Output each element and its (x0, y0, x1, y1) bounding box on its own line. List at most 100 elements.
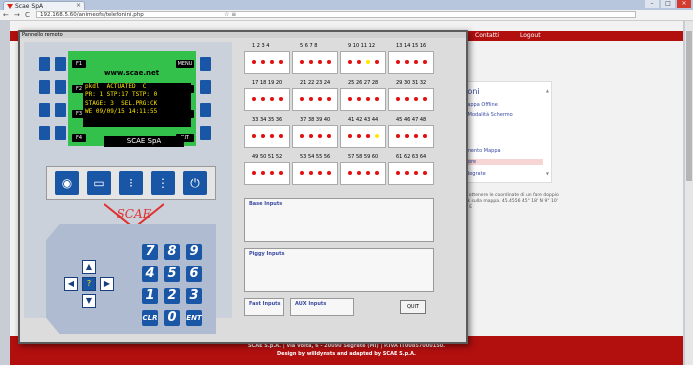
quit-button[interactable]: QUIT (400, 300, 426, 314)
side-key-right-1[interactable] (200, 57, 211, 71)
side-key-right-2[interactable] (200, 80, 211, 94)
display-brand: SCAE SpA (104, 136, 184, 147)
output-led-44 (375, 134, 379, 138)
key-4[interactable]: 4 (142, 266, 158, 282)
fan-icon[interactable]: ◉ (55, 171, 79, 195)
output-led-45 (396, 134, 400, 138)
output-led-47 (414, 134, 418, 138)
traffic-light-icon[interactable]: ⁝ (119, 171, 143, 195)
output-led-64 (423, 171, 427, 175)
close-window-button[interactable]: × (677, 0, 691, 8)
aux-inputs-box: AUX Inputs (290, 298, 354, 316)
key-0[interactable]: 0 (164, 310, 180, 326)
menu-icon[interactable]: ⋮ (151, 171, 175, 195)
output-group-numbers: 21 22 23 24 (300, 80, 331, 86)
output-led-1 (252, 60, 256, 64)
output-group (244, 51, 290, 74)
maximize-button[interactable]: □ (661, 0, 675, 8)
output-led-27 (366, 97, 370, 101)
side-key-left-3[interactable] (39, 103, 50, 117)
key-8[interactable]: 8 (164, 244, 180, 260)
nav-link-logout[interactable]: Logout (520, 32, 541, 39)
output-group-numbers: 5 6 7 8 (300, 43, 318, 49)
output-led-62 (405, 171, 409, 175)
popup-title: Pannello remoto (22, 32, 63, 38)
side-key-left-4[interactable] (39, 126, 50, 140)
output-led-14 (405, 60, 409, 64)
output-led-34 (261, 134, 265, 138)
arrow-down-button[interactable]: ▼ (82, 294, 96, 308)
output-group-numbers: 17 18 19 20 (252, 80, 283, 86)
output-group-numbers: 9 10 11 12 (348, 43, 376, 49)
io-panel: 1 2 3 4 5 6 7 8 9 10 11 12 13 14 15 16 17 18… (244, 43, 456, 334)
arrow-left-button[interactable]: ◀ (64, 277, 78, 291)
nav-link-contatti[interactable]: Contatti (475, 32, 499, 39)
output-group (388, 125, 434, 148)
key-1[interactable]: 1 (142, 288, 158, 304)
popup-titlebar[interactable] (20, 32, 466, 38)
key-5[interactable]: 5 (164, 266, 180, 282)
side-key-right-3[interactable] (200, 103, 211, 117)
controller-panel: F1 F2 F3 F4 MENU ESC PRO RIT www.scae.ne… (24, 42, 232, 334)
output-led-31 (414, 97, 418, 101)
output-led-5 (300, 60, 304, 64)
key-2[interactable]: 2 (164, 288, 180, 304)
side-key-right-4[interactable] (200, 126, 211, 140)
side-key-left-8[interactable] (55, 126, 66, 140)
output-led-61 (396, 171, 400, 175)
forward-icon[interactable]: → (14, 11, 20, 19)
side-key-left-2[interactable] (39, 80, 50, 94)
key-7[interactable]: 7 (142, 244, 158, 260)
key-clr[interactable]: CLR (142, 310, 158, 326)
help-button[interactable]: ? (82, 277, 96, 291)
key-menu[interactable]: MENU (176, 60, 194, 68)
side-link[interactable]: amento Mappa (463, 148, 501, 154)
arrow-up-button[interactable]: ▲ (82, 260, 96, 274)
side-link[interactable]: a Modalità Schermo (463, 112, 513, 118)
address-bar-row: ← → C 192.168.5.60/animeofs/telefonini.p… (0, 10, 693, 21)
scroll-down-icon[interactable]: ▼ (546, 171, 549, 176)
output-led-23 (318, 97, 322, 101)
output-led-63 (414, 171, 418, 175)
side-key-left-7[interactable] (55, 103, 66, 117)
scrollbar-thumb[interactable] (686, 31, 692, 181)
close-tab-icon[interactable]: × (76, 2, 81, 9)
side-key-left-1[interactable] (39, 57, 50, 71)
key-9[interactable]: 9 (186, 244, 202, 260)
arrow-right-button[interactable]: ▶ (100, 277, 114, 291)
key-ent[interactable]: ENT (186, 310, 202, 326)
output-led-4 (279, 60, 283, 64)
side-key-left-6[interactable] (55, 80, 66, 94)
fast-inputs-label: Fast Inputs (249, 301, 281, 307)
side-link[interactable]: Mappa Offline (463, 102, 498, 108)
output-led-22 (309, 97, 313, 101)
key-f1[interactable]: F1 (72, 60, 86, 68)
piggy-inputs-label: Piggy Inputs (249, 251, 285, 257)
page-scrollbar[interactable] (685, 21, 693, 365)
key-3[interactable]: 3 (186, 288, 202, 304)
browser-tab[interactable]: Scae SpA × (3, 1, 85, 10)
output-group (388, 51, 434, 74)
output-led-13 (396, 60, 400, 64)
footer-credits: Design by willdynsts and adapted by SCAE… (277, 351, 416, 357)
minimize-button[interactable]: – (645, 0, 659, 8)
side-link-selected[interactable]: etore (459, 159, 543, 165)
output-led-32 (423, 97, 427, 101)
output-led-40 (327, 134, 331, 138)
output-led-48 (423, 134, 427, 138)
power-icon[interactable]: ⏻ (183, 171, 207, 195)
key-f4[interactable]: F4 (72, 134, 86, 142)
reload-icon[interactable]: C (25, 11, 30, 19)
output-led-25 (348, 97, 352, 101)
map-hint-text: per ottenere le coordinate di un fare do… (460, 193, 559, 210)
output-group-numbers: 13 14 15 16 (396, 43, 427, 49)
key-6[interactable]: 6 (186, 266, 202, 282)
output-group (340, 88, 386, 111)
side-key-left-5[interactable] (55, 57, 66, 71)
scroll-up-icon[interactable]: ▲ (546, 88, 549, 93)
back-icon[interactable]: ← (3, 11, 9, 19)
output-led-30 (405, 97, 409, 101)
output-led-35 (270, 134, 274, 138)
monitor-icon[interactable]: ▭ (87, 171, 111, 195)
piggy-inputs-box: Piggy Inputs (244, 248, 434, 292)
